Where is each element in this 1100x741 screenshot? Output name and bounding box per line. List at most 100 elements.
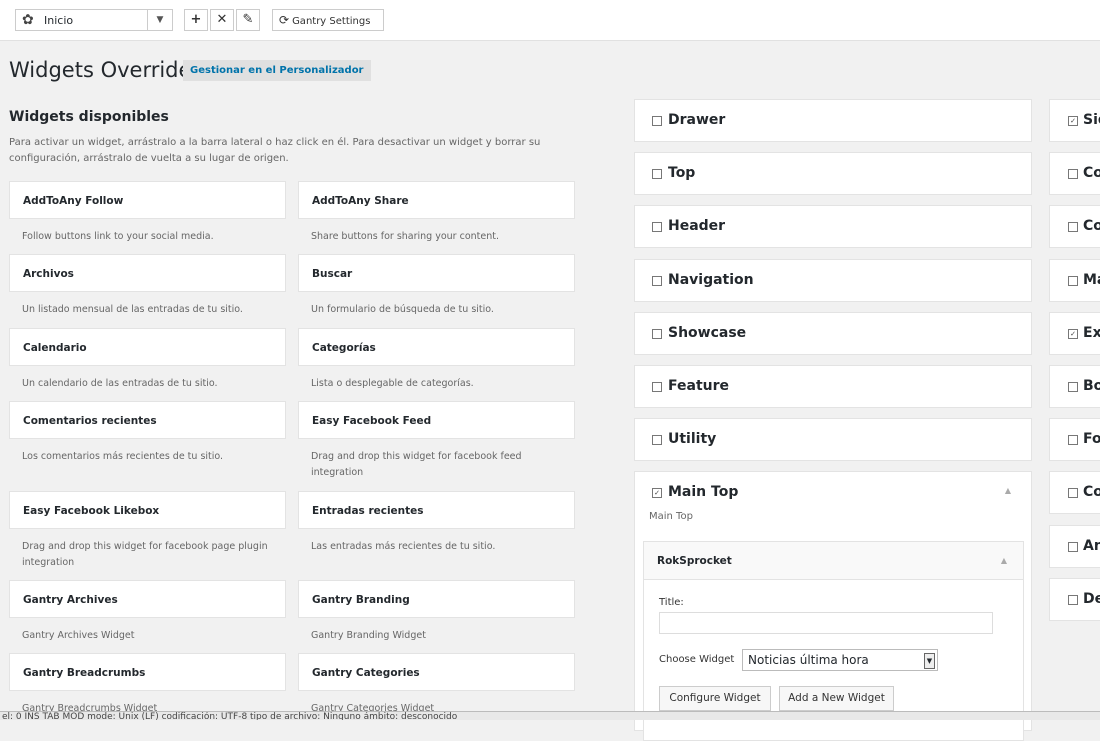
chevron-down-icon[interactable]: ▼ bbox=[924, 653, 935, 669]
delete-button[interactable]: ✕ bbox=[210, 9, 234, 31]
widget-area-description: Main Top bbox=[649, 511, 693, 522]
widget-item[interactable]: AddToAny Follow bbox=[9, 181, 286, 219]
gantry-settings-button[interactable]: ⟳ Gantry Settings bbox=[272, 9, 384, 31]
widget-area-title: Main Top bbox=[668, 484, 739, 500]
widget-item-description: Lista o desplegable de categorías. bbox=[311, 378, 474, 389]
widget-item-name: Categorías bbox=[312, 342, 376, 354]
widget-area[interactable]: De bbox=[1049, 577, 1100, 621]
checkbox-icon[interactable] bbox=[1068, 275, 1078, 286]
checkbox-icon[interactable]: ✓ bbox=[652, 488, 662, 498]
widget-item-name: Buscar bbox=[312, 268, 353, 280]
widget-item[interactable]: Calendario bbox=[9, 328, 286, 366]
choose-widget-select[interactable]: Noticias última hora ▼ bbox=[742, 649, 938, 671]
add-button[interactable]: + bbox=[184, 9, 208, 31]
widget-area[interactable]: An bbox=[1049, 524, 1100, 568]
widget-item[interactable]: Gantry Archives bbox=[9, 580, 286, 618]
widget-area[interactable]: ✓ Sid bbox=[1049, 99, 1100, 142]
checkbox-icon[interactable] bbox=[652, 222, 662, 233]
checkbox-icon[interactable] bbox=[652, 275, 662, 286]
choose-widget-value: Noticias última hora bbox=[748, 653, 869, 667]
widget-area[interactable]: Co bbox=[1049, 205, 1100, 249]
checkbox-icon[interactable]: ✓ bbox=[1068, 328, 1078, 339]
widget-area[interactable]: Header bbox=[634, 205, 1032, 249]
widget-area-main-top[interactable]: ✓ Main Top ▲ Main Top RokSprocket ▲ Titl… bbox=[634, 471, 1032, 741]
widget-item-description: Drag and drop this widget for facebook p… bbox=[22, 541, 268, 568]
widget-area[interactable]: Ma bbox=[1049, 258, 1100, 302]
widget-area[interactable]: Top bbox=[634, 152, 1032, 196]
widget-item-name: AddToAny Follow bbox=[23, 195, 124, 207]
location-select[interactable]: ✿ Inicio ▼ bbox=[15, 9, 173, 31]
title-input[interactable] bbox=[659, 612, 993, 634]
edit-button[interactable]: ✎ bbox=[236, 9, 260, 31]
widget-area[interactable]: Drawer bbox=[634, 99, 1032, 142]
plus-icon: + bbox=[190, 12, 202, 27]
roksprocket-widget-header[interactable]: RokSprocket ▲ bbox=[644, 542, 1023, 580]
widget-area-title: Fo bbox=[1083, 431, 1100, 448]
widget-area[interactable]: Navigation bbox=[634, 258, 1032, 302]
top-toolbar: ✿ Inicio ▼ + ✕ ✎ ⟳ Gantry Settings bbox=[0, 0, 1100, 41]
widget-item[interactable]: Gantry Categories bbox=[298, 653, 575, 691]
widget-item[interactable]: Easy Facebook Feed bbox=[298, 401, 575, 439]
widget-area-title: Top bbox=[668, 165, 696, 182]
checkbox-icon[interactable] bbox=[1068, 488, 1078, 499]
checkbox-icon[interactable] bbox=[1068, 594, 1078, 605]
widget-item-name: Archivos bbox=[23, 268, 74, 280]
widget-item-name: AddToAny Share bbox=[312, 195, 409, 207]
widget-item-description: Drag and drop this widget for facebook f… bbox=[311, 451, 522, 478]
widget-item-description: Un formulario de búsqueda de tu sitio. bbox=[311, 304, 494, 315]
checkbox-icon[interactable] bbox=[1068, 435, 1078, 446]
widget-area[interactable]: ✓ Ex bbox=[1049, 311, 1100, 355]
manage-customizer-button[interactable]: Gestionar en el Personalizador bbox=[183, 60, 371, 81]
widget-area[interactable]: Co bbox=[1049, 471, 1100, 515]
available-widgets-title: Widgets disponibles bbox=[9, 109, 169, 125]
widget-area-title: Co bbox=[1083, 218, 1100, 235]
widget-area[interactable]: Showcase bbox=[634, 311, 1032, 355]
page-title: Widgets Override bbox=[9, 58, 192, 82]
widget-item[interactable]: Entradas recientes bbox=[298, 491, 575, 529]
widget-item[interactable]: Buscar bbox=[298, 254, 575, 292]
widget-item[interactable]: AddToAny Share bbox=[298, 181, 575, 219]
roksprocket-widget-title: RokSprocket bbox=[657, 555, 732, 567]
widget-area[interactable]: Bo bbox=[1049, 365, 1100, 408]
checkbox-icon[interactable] bbox=[652, 169, 662, 180]
widget-area[interactable]: Utility bbox=[634, 418, 1032, 462]
widget-item[interactable]: Comentarios recientes bbox=[9, 401, 286, 439]
widget-area-title: Utility bbox=[668, 431, 717, 448]
checkbox-icon[interactable]: ✓ bbox=[1068, 116, 1078, 126]
widget-area-title: Drawer bbox=[668, 112, 726, 128]
checkbox-icon[interactable] bbox=[652, 435, 662, 446]
checkbox-icon[interactable] bbox=[652, 116, 662, 126]
configure-widget-button[interactable]: Configure Widget bbox=[659, 686, 771, 711]
checkbox-icon[interactable] bbox=[1068, 541, 1078, 552]
location-select-value: Inicio bbox=[44, 14, 74, 27]
widget-item[interactable]: Archivos bbox=[9, 254, 286, 292]
close-icon: ✕ bbox=[216, 12, 228, 27]
widget-area-title: Co bbox=[1083, 484, 1100, 501]
widget-item-name: Comentarios recientes bbox=[23, 415, 157, 427]
checkbox-icon[interactable] bbox=[652, 382, 662, 392]
checkbox-icon[interactable] bbox=[652, 328, 662, 339]
chevron-down-icon[interactable]: ▼ bbox=[147, 10, 172, 30]
widget-area[interactable]: Co bbox=[1049, 152, 1100, 196]
widget-item[interactable]: Categorías bbox=[298, 328, 575, 366]
checkbox-icon[interactable] bbox=[1068, 382, 1078, 392]
collapse-arrow-icon[interactable]: ▲ bbox=[1005, 486, 1011, 495]
add-new-widget-button[interactable]: Add a New Widget bbox=[779, 686, 894, 711]
widget-area[interactable]: Feature bbox=[634, 365, 1032, 408]
widget-item[interactable]: Gantry Branding bbox=[298, 580, 575, 618]
checkbox-icon[interactable] bbox=[1068, 169, 1078, 180]
widget-item-name: Easy Facebook Likebox bbox=[23, 505, 160, 517]
widget-item[interactable]: Easy Facebook Likebox bbox=[9, 491, 286, 529]
widget-area-title: De bbox=[1083, 590, 1100, 607]
widget-item-name: Gantry Breadcrumbs bbox=[23, 667, 146, 679]
widget-item-description: Las entradas más recientes de tu sitio. bbox=[311, 541, 496, 552]
widget-area[interactable]: Fo bbox=[1049, 418, 1100, 462]
widget-area-title: Showcase bbox=[668, 324, 747, 341]
collapse-arrow-icon[interactable]: ▲ bbox=[1001, 556, 1007, 565]
widget-area-title: An bbox=[1083, 537, 1100, 554]
checkbox-icon[interactable] bbox=[1068, 222, 1078, 233]
widget-item[interactable]: Gantry Breadcrumbs bbox=[9, 653, 286, 691]
available-widgets-description: Para activar un widget, arrástralo a la … bbox=[9, 137, 541, 164]
widget-area-title: Ex bbox=[1083, 324, 1100, 341]
refresh-icon: ⟳ bbox=[279, 13, 290, 27]
